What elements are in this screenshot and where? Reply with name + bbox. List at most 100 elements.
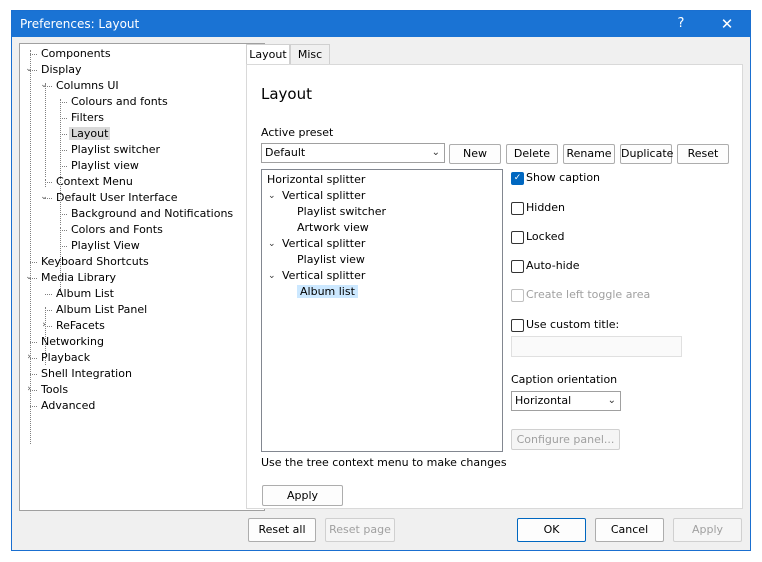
caption-orientation-dropdown[interactable]: Horizontal ⌄ [511,391,621,411]
tree-item-label: Layout [69,127,111,140]
tree-item[interactable]: Media Library [39,270,118,285]
layout-node[interactable]: ⌄ Vertical splitter [268,188,365,204]
chevron-down-icon[interactable]: ⌄ [24,62,34,77]
tree-item[interactable]: Filters [69,110,106,125]
layout-node[interactable]: Horizontal splitter [267,172,365,188]
ok-button[interactable]: OK [517,518,586,542]
tree-item-label: ReFacets [56,319,105,332]
tree-connector [60,102,67,103]
tree-item-label: Columns UI [56,79,119,92]
close-button[interactable]: ✕ [704,11,750,37]
checkbox-box [511,260,524,273]
chevron-right-icon[interactable]: › [39,318,49,333]
tree-item-label: Playback [41,351,91,364]
tree-item[interactable]: Background and Notifications [69,206,235,221]
reset-all-button[interactable]: Reset all [248,518,316,542]
tree-item[interactable]: Playlist View [69,238,142,253]
panel-apply-button[interactable]: Apply [262,485,343,506]
tree-item[interactable]: Album List Panel [54,302,149,317]
chevron-down-icon[interactable]: ⌄ [39,78,49,93]
tree-item[interactable]: Layout [69,126,111,141]
caption-orientation-label: Caption orientation [511,373,618,386]
chevron-down-icon: ⌄ [607,395,616,406]
tree-item-label: Colours and fonts [71,95,168,108]
chevron-down-icon: ⌄ [431,147,440,158]
tree-item[interactable]: Advanced [39,398,97,413]
rename-preset-button[interactable]: Rename [563,144,615,164]
layout-node-label: Artwork view [297,221,369,234]
tree-item[interactable]: Playback [39,350,92,365]
tab-misc[interactable]: Misc [290,44,330,64]
tree-item-label: Media Library [41,271,116,284]
tree-connector [45,294,52,295]
tree-connector [30,50,31,444]
tree-item[interactable]: Colors and Fonts [69,222,165,237]
layout-node[interactable]: Playlist switcher [297,204,386,220]
tree-connector [30,54,37,55]
chevron-right-icon[interactable]: › [24,382,34,397]
cancel-button[interactable]: Cancel [595,518,664,542]
tree-item[interactable]: Playlist view [69,158,141,173]
use-custom-title-label: Use custom title: [526,318,620,331]
tree-item[interactable]: Default User Interface [54,190,180,205]
duplicate-preset-button[interactable]: Duplicate [620,144,673,164]
footer-apply-button: Apply [673,518,742,542]
tree-item[interactable]: ReFacets [54,318,107,333]
layout-tree[interactable]: Horizontal splitter ⌄ Vertical splitter Pla… [261,169,503,452]
layout-node[interactable]: ⌄ Vertical splitter [268,236,365,252]
tree-item[interactable]: Tools [39,382,70,397]
tree-connector [45,307,46,365]
tab-layout[interactable]: Layout [246,44,290,65]
tree-item[interactable]: Networking [39,334,106,349]
tree-item[interactable]: Shell Integration [39,366,134,381]
tree-item-label: Keyboard Shortcuts [41,255,149,268]
chevron-down-icon[interactable]: ⌄ [268,268,276,284]
tree-item[interactable]: Colours and fonts [69,94,170,109]
tree-connector [60,230,67,231]
preset-dropdown[interactable]: Default ⌄ [261,143,445,163]
tree-item[interactable]: Columns UI [54,78,121,93]
show-caption-label: Show caption [526,171,601,184]
tree-item-label: Filters [71,111,104,124]
layout-node-label: Playlist switcher [297,205,386,218]
layout-node[interactable]: Playlist view [297,252,365,268]
tree-connector [60,118,67,119]
layout-node[interactable]: Album list [297,284,358,300]
tree-connector [45,310,52,311]
tree-item-label: Display [41,63,82,76]
new-preset-button[interactable]: New [449,144,501,164]
checkbox-box [511,289,524,302]
configure-panel-button: Configure panel... [511,429,620,450]
layout-node-label: Playlist view [297,253,365,266]
chevron-down-icon[interactable]: ⌄ [39,190,49,205]
chevron-down-icon[interactable]: ⌄ [268,188,276,204]
tree-item[interactable]: Playlist switcher [69,142,162,157]
tree-item-label: Playlist view [71,159,139,172]
tree-item-label: Components [41,47,111,60]
preset-value: Default [265,146,306,159]
custom-title-input [511,336,682,357]
tree-item-label: Shell Integration [41,367,132,380]
tree-item[interactable]: Display [39,62,84,77]
chevron-right-icon[interactable]: › [24,350,34,365]
chevron-down-icon[interactable]: ⌄ [268,236,276,252]
delete-preset-button[interactable]: Delete [506,144,558,164]
chevron-down-icon[interactable]: ⌄ [24,270,34,285]
tree-connector [45,179,46,187]
layout-node[interactable]: Artwork view [297,220,369,236]
tree-connector [60,246,67,247]
tree-item[interactable]: Keyboard Shortcuts [39,254,151,269]
tree-connector [45,83,46,177]
tree-item[interactable]: Components [39,46,113,61]
tree-item[interactable]: Context Menu [54,174,135,189]
layout-node[interactable]: ⌄ Vertical splitter [268,268,365,284]
create-left-toggle-label: Create left toggle area [526,288,651,301]
reset-preset-button[interactable]: Reset [677,144,729,164]
layout-node-label: Album list [297,285,358,298]
tree-item-label: Tools [41,383,69,396]
tree-item[interactable]: Album List [54,286,116,301]
tree-item-label: Playlist View [71,239,140,252]
preferences-window: Preferences: Layout ? ✕ Components ⌄ Displ… [11,10,751,551]
help-button[interactable]: ? [658,11,704,37]
window-title: Preferences: Layout [20,17,140,31]
